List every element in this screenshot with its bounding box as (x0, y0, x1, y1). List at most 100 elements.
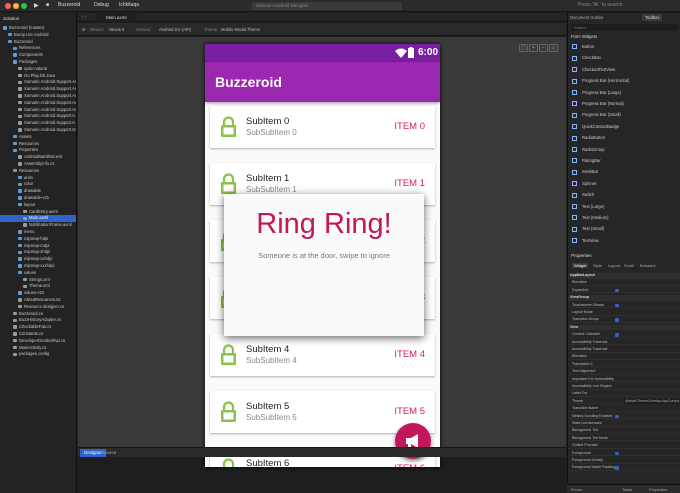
solution-tree-item[interactable]: Main.axml (0, 215, 76, 222)
solution-tree-item[interactable]: NotificationFrame.axml (0, 222, 76, 229)
solution-tree-item[interactable]: Resource.designer.cs (0, 304, 76, 311)
property-section[interactable]: View (568, 324, 680, 331)
run-icon[interactable]: ▶ (34, 2, 39, 9)
solution-tree-item[interactable]: packages.config (0, 351, 76, 358)
property-row[interactable]: Layout Mode (568, 310, 680, 316)
property-row[interactable]: Context Clickable (568, 332, 680, 338)
toolbox-item[interactable]: Text (Medium) (568, 213, 680, 224)
property-section[interactable]: ViewGroup (568, 295, 680, 301)
property-row[interactable]: Transition Group (568, 317, 680, 323)
list-card[interactable]: SubItem 4 SubSubItem 4 ITEM 4 (210, 334, 435, 376)
toolbox-item[interactable]: Progress Bar (Small) (568, 110, 680, 121)
solution-tree-item[interactable]: mipmap-mdpi (0, 243, 76, 250)
property-row[interactable]: Translation Z (568, 362, 680, 368)
toolbox-item[interactable]: RadioGroup (568, 145, 680, 156)
property-tab[interactable]: Style (593, 263, 602, 268)
solution-tree-item[interactable]: Xamarin.Android.Support.An... (0, 107, 76, 114)
version-select[interactable]: Android 8.0 (API) (159, 27, 191, 32)
toolbox-item[interactable]: Button (568, 42, 680, 53)
theme-select[interactable]: Mobile.Modal.Theme (221, 27, 260, 32)
zoom-out-icon[interactable]: − (539, 44, 548, 52)
solution-tree-item[interactable]: drawable-v21 (0, 195, 76, 202)
property-row[interactable]: Important For Accessibility (568, 377, 680, 383)
solution-tree-item[interactable]: color (0, 181, 76, 188)
tasks-button[interactable]: Tasks (622, 487, 632, 492)
property-row[interactable]: Touchscreen Blocks (568, 303, 680, 309)
property-row[interactable]: Label For (568, 391, 680, 397)
toolbox-item[interactable]: Progress Bar (Large) (568, 88, 680, 99)
toolbox-item[interactable]: CheckBox (568, 53, 680, 64)
close-window-button[interactable] (5, 3, 11, 9)
solution-tree-item[interactable]: AboutResources.txt (0, 297, 76, 304)
toolbox-item[interactable]: TextView (568, 236, 680, 247)
solution-tree-item[interactable]: Xamarin.Android.Support.A... (0, 120, 76, 127)
solution-tree-item[interactable]: Xamarin.Android.Support.An... (0, 86, 76, 93)
ring-dialog[interactable]: Ring Ring! Someone is at the door, swipe… (224, 194, 424, 336)
tab-main-axml[interactable]: Main.axml (96, 13, 137, 22)
property-row[interactable]: Elevation (568, 354, 680, 360)
toolbox-item[interactable]: RatingBar (568, 156, 680, 167)
solution-tree-item[interactable]: Theme.xml (0, 283, 76, 290)
property-row[interactable]: Transition Name (568, 406, 680, 412)
property-tab[interactable]: Layout (608, 263, 620, 268)
property-row[interactable]: Elevation (568, 280, 680, 286)
solution-tree-item[interactable]: layout (0, 202, 76, 209)
property-row[interactable]: Accessibility Traversal (568, 340, 680, 346)
toolbox-item[interactable]: QuickContactBadge (568, 122, 680, 133)
app-config-dropdown[interactable]: Buzzeroid (58, 2, 80, 8)
toolbox-item[interactable]: Spinner (568, 179, 680, 190)
stop-icon[interactable]: ■ (46, 2, 49, 8)
solution-tree-item[interactable]: Buzzeroid (0, 39, 76, 46)
tab-toolbox[interactable]: Toolbox (642, 14, 663, 21)
solution-tree-item[interactable]: DeveloperDoorbellApi.cs (0, 338, 76, 345)
solution-tree-item[interactable]: Buzzeroid.cs (0, 311, 76, 318)
property-row[interactable]: Expanded (568, 288, 680, 294)
zoom-fit-icon[interactable]: ▢ (519, 44, 528, 52)
property-tab[interactable]: Scroll (624, 263, 634, 268)
property-checkbox[interactable] (615, 288, 619, 293)
property-section[interactable]: AppBarLayout (568, 273, 680, 279)
solution-tree-item[interactable]: AndroidManifest.xml (0, 154, 76, 161)
property-checkbox[interactable] (615, 451, 619, 456)
solution-tree-item[interactable]: Buzzeroid (master) (0, 25, 76, 32)
property-row[interactable]: Foreground Gravity (568, 458, 680, 464)
zoom-reset-icon[interactable]: ◇ (549, 44, 558, 52)
property-row[interactable]: Accessibility Live Region (568, 384, 680, 390)
build-config-dropdown[interactable]: Debug (94, 2, 109, 8)
property-row[interactable]: Accessibility Traversal (568, 347, 680, 353)
solution-tree-item[interactable]: mipmap-xhdpi (0, 249, 76, 256)
solution-tree-item[interactable]: Components (0, 52, 76, 59)
zoom-window-button[interactable] (21, 3, 27, 9)
solution-tree-item[interactable]: Xamarin.Android.Support.An... (0, 100, 76, 107)
solution-tree-item[interactable]: Go.Play.Db.Java (0, 73, 76, 80)
property-tab[interactable]: Behavior (640, 263, 656, 268)
solution-tree-item[interactable]: mipmap-xxxhdpi (0, 263, 76, 270)
solution-tree-item[interactable]: Resources (0, 168, 76, 175)
solution-tree-item[interactable]: BuzzHistoryAdapter.cs (0, 317, 76, 324)
solution-tree-item[interactable]: Constants.cs (0, 331, 76, 338)
toolbox-item[interactable]: Progress Bar (Normal) (568, 99, 680, 110)
toolbox-item[interactable]: Text (Small) (568, 224, 680, 235)
solution-tree-item[interactable]: Xamarin.Android.Support.A... (0, 113, 76, 120)
toolbox-item[interactable]: Progress Bar (Horizontal) (568, 76, 680, 87)
status-search-box[interactable]: Xamarin Android Designer (252, 2, 402, 10)
solution-tree-item[interactable]: drawable (0, 188, 76, 195)
solution-tree-item[interactable]: References (0, 45, 76, 52)
solution-tree-item[interactable]: Assets (0, 134, 76, 141)
property-row[interactable]: Nested Scrolling Enabled (568, 414, 680, 420)
properties-button[interactable]: Properties (649, 487, 667, 492)
property-row[interactable]: State List Animator (568, 421, 680, 427)
solution-tree-item[interactable]: optix-natural (0, 66, 76, 73)
property-checkbox[interactable] (615, 318, 619, 322)
solution-tree-item[interactable]: values (0, 270, 76, 277)
list-card[interactable]: SubItem 0 SubSubItem 0 ITEM 0 (210, 106, 435, 148)
property-row[interactable]: Theme @style/ThemeOverlay.AppCompat.Dark (568, 399, 680, 405)
solution-tree-item[interactable]: anim (0, 175, 76, 182)
property-value-field[interactable]: @style/ThemeOverlay.AppCompat.Dark (624, 399, 679, 404)
toolbox-search[interactable]: Search (571, 24, 678, 31)
solution-tree-item[interactable]: Packages (0, 59, 76, 66)
property-row[interactable]: Background Tint Mode (568, 436, 680, 442)
property-tab[interactable]: Widget (572, 263, 589, 268)
solution-tree-item[interactable]: Strings.xml (0, 277, 76, 284)
solution-tree-item[interactable]: CheckableFab.cs (0, 324, 76, 331)
